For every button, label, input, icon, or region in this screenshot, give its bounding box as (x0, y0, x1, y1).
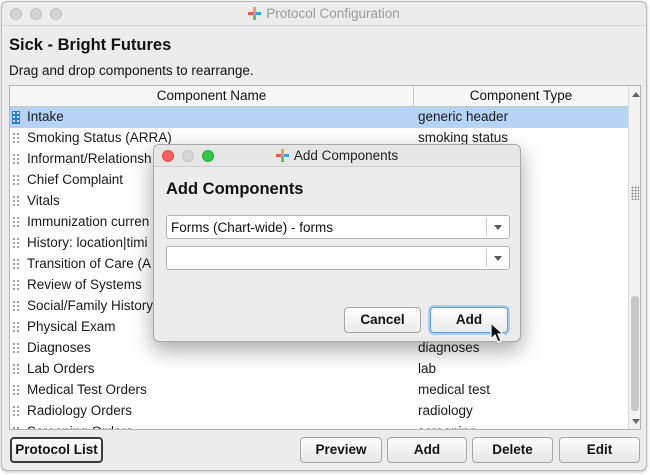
window-title-group: Protocol Configuration (2, 6, 646, 21)
drag-grip-icon[interactable] (12, 237, 20, 250)
component-select[interactable] (166, 246, 510, 270)
component-category-value: Forms (Chart-wide) - forms (171, 220, 334, 235)
component-type-cell: radiology (418, 403, 473, 418)
select-divider (486, 218, 487, 236)
select-divider (486, 249, 487, 267)
component-name-cell: Immunization curren (27, 214, 150, 229)
component-category-select[interactable]: Forms (Chart-wide) - forms (166, 215, 510, 239)
column-header-type[interactable]: Component Type (414, 88, 628, 103)
component-type-cell: lab (418, 361, 437, 376)
component-name-cell: Chief Complaint (27, 172, 124, 187)
component-type-cell: screening (418, 424, 477, 429)
column-header-name[interactable]: Component Name (10, 88, 413, 103)
table-row[interactable]: Screening Orders screening (10, 422, 628, 429)
dialog-title: Add Components (293, 148, 399, 163)
app-cross-icon (275, 149, 289, 162)
dialog-title-group: Add Components (154, 148, 520, 163)
drag-grip-icon[interactable] (12, 342, 20, 355)
instructions-text: Drag and drop components to rearrange. (9, 63, 254, 78)
component-name-cell: Medical Test Orders (27, 382, 147, 397)
component-name-cell: Physical Exam (27, 319, 116, 334)
table-header: Component Name Component Type (10, 86, 628, 107)
scroll-up-icon[interactable] (632, 92, 640, 97)
component-name-cell: Informant/Relationsh (27, 151, 152, 166)
component-name-cell: Diagnoses (27, 340, 91, 355)
drag-grip-icon[interactable] (12, 216, 20, 229)
edit-button[interactable]: Edit (559, 437, 640, 463)
table-row[interactable]: Radiology Orders radiology (10, 401, 628, 422)
drag-grip-icon[interactable] (12, 405, 20, 418)
component-name-cell: Transition of Care (A (27, 256, 152, 271)
vertical-scrollbar[interactable] (628, 86, 640, 429)
drag-grip-icon[interactable] (12, 384, 20, 397)
chevron-down-icon[interactable] (494, 256, 502, 261)
scroll-grip-icon[interactable] (631, 186, 639, 200)
preview-button[interactable]: Preview (300, 437, 382, 463)
component-name-cell: Lab Orders (27, 361, 95, 376)
drag-grip-icon[interactable] (12, 195, 20, 208)
drag-grip-icon[interactable] (12, 153, 20, 166)
dialog-titlebar: Add Components (154, 145, 520, 167)
component-name-cell: Screening Orders (27, 424, 133, 429)
component-name-cell: History: location|timi (27, 235, 148, 250)
table-row[interactable]: Medical Test Orders medical test (10, 380, 628, 401)
component-name-cell: Review of Systems (27, 277, 142, 292)
drag-grip-icon[interactable] (12, 426, 20, 429)
dialog-heading: Add Components (166, 180, 304, 198)
table-row[interactable]: Intake generic header (10, 107, 628, 128)
protocol-list-button[interactable]: Protocol List (10, 437, 103, 463)
delete-button[interactable]: Delete (472, 437, 553, 463)
app-cross-icon (248, 7, 262, 20)
component-type-cell: smoking status (418, 130, 509, 145)
drag-grip-icon[interactable] (12, 321, 20, 334)
scroll-down-icon[interactable] (632, 419, 640, 424)
component-type-cell: diagnoses (418, 340, 480, 355)
protocol-title: Sick - Bright Futures (9, 36, 172, 54)
window-titlebar: Protocol Configuration (2, 2, 646, 26)
drag-grip-icon[interactable] (12, 132, 20, 145)
component-name-cell: Intake (27, 109, 64, 124)
drag-grip-icon[interactable] (12, 300, 20, 313)
drag-grip-icon[interactable] (12, 363, 20, 376)
chevron-down-icon[interactable] (494, 225, 502, 230)
pointer-cursor-icon (490, 322, 505, 343)
component-name-cell: Vitals (27, 193, 60, 208)
component-type-cell: medical test (418, 382, 491, 397)
drag-grip-icon[interactable] (12, 174, 20, 187)
scroll-thumb[interactable] (631, 296, 639, 411)
drag-grip-icon[interactable] (12, 279, 20, 292)
add-button[interactable]: Add (387, 437, 467, 463)
component-type-cell: generic header (418, 109, 509, 124)
dialog-cancel-button[interactable]: Cancel (344, 307, 421, 333)
component-name-cell: Social/Family History (27, 298, 154, 313)
component-name-cell: Radiology Orders (27, 403, 133, 418)
drag-grip-icon[interactable] (12, 111, 20, 124)
add-components-dialog: Add Components Add Components Forms (Cha… (153, 144, 521, 342)
drag-grip-icon[interactable] (12, 258, 20, 271)
table-row[interactable]: Lab Orders lab (10, 359, 628, 380)
component-name-cell: Smoking Status (ARRA) (27, 130, 172, 145)
window-title: Protocol Configuration (266, 6, 400, 21)
